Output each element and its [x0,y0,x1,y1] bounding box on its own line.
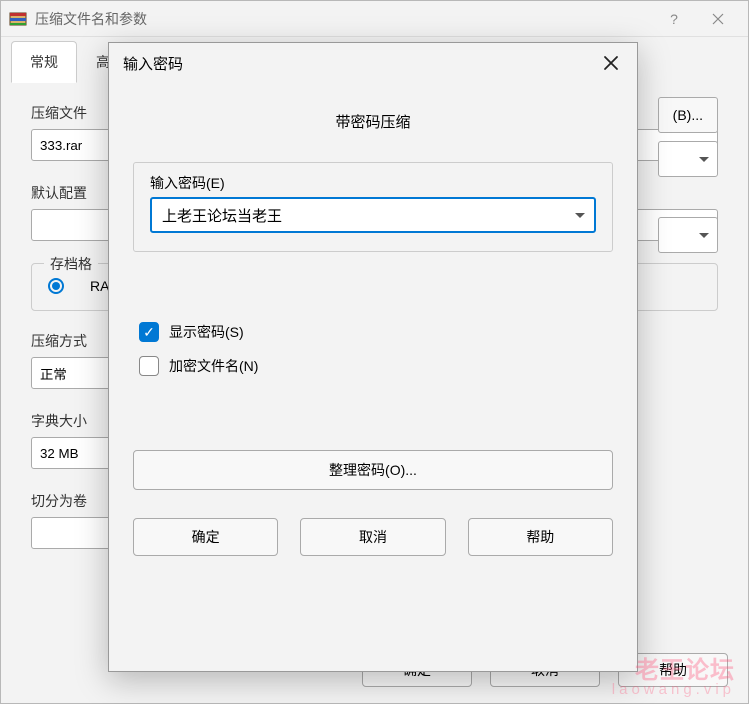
modal-help-button[interactable]: 帮助 [468,518,613,556]
checkbox-group: ✓ 显示密码(S) 加密文件名(N) [133,282,613,410]
checkbox-checked-icon: ✓ [139,322,159,342]
password-label: 输入密码(E) [150,173,225,193]
encrypt-filenames-checkbox[interactable]: 加密文件名(N) [139,356,607,376]
chevron-down-icon [699,233,709,238]
app-icon [9,10,27,28]
password-history-dropdown[interactable] [566,199,594,231]
browse-button[interactable]: (B)... [658,97,718,133]
main-titlebar: 压缩文件名和参数 ? [1,1,748,37]
encrypt-filenames-label: 加密文件名(N) [169,356,258,376]
chevron-down-icon [575,213,585,218]
format-rar-radio[interactable] [48,278,64,294]
chevron-down-icon [699,157,709,162]
format-rar-label: RA [90,278,109,294]
password-dialog: 输入密码 带密码压缩 输入密码(E) ✓ 显示密码(S) [108,42,638,672]
close-button[interactable] [696,3,740,35]
modal-subtitle: 带密码压缩 [133,111,613,132]
modal-titlebar: 输入密码 [109,43,637,83]
main-window-title: 压缩文件名和参数 [35,9,652,29]
password-fieldset: 输入密码(E) [133,162,613,252]
profile-dropdown[interactable] [658,217,718,253]
modal-ok-button[interactable]: 确定 [133,518,278,556]
help-button[interactable]: ? [652,3,696,35]
modal-cancel-button[interactable]: 取消 [300,518,445,556]
close-icon [603,55,619,71]
show-password-label: 显示密码(S) [169,322,244,342]
archive-dropdown[interactable] [658,141,718,177]
organize-passwords-button[interactable]: 整理密码(O)... [133,450,613,490]
modal-body: 带密码压缩 输入密码(E) ✓ 显示密码(S) 加密文件名(N) [109,83,637,576]
show-password-checkbox[interactable]: ✓ 显示密码(S) [139,322,607,342]
modal-button-row: 确定 取消 帮助 [133,518,613,556]
tab-general[interactable]: 常规 [11,41,77,83]
checkbox-unchecked-icon [139,356,159,376]
password-input[interactable] [150,197,596,233]
modal-title: 输入密码 [123,53,599,74]
archive-format-label: 存档格 [44,254,98,274]
modal-close-button[interactable] [599,51,623,75]
